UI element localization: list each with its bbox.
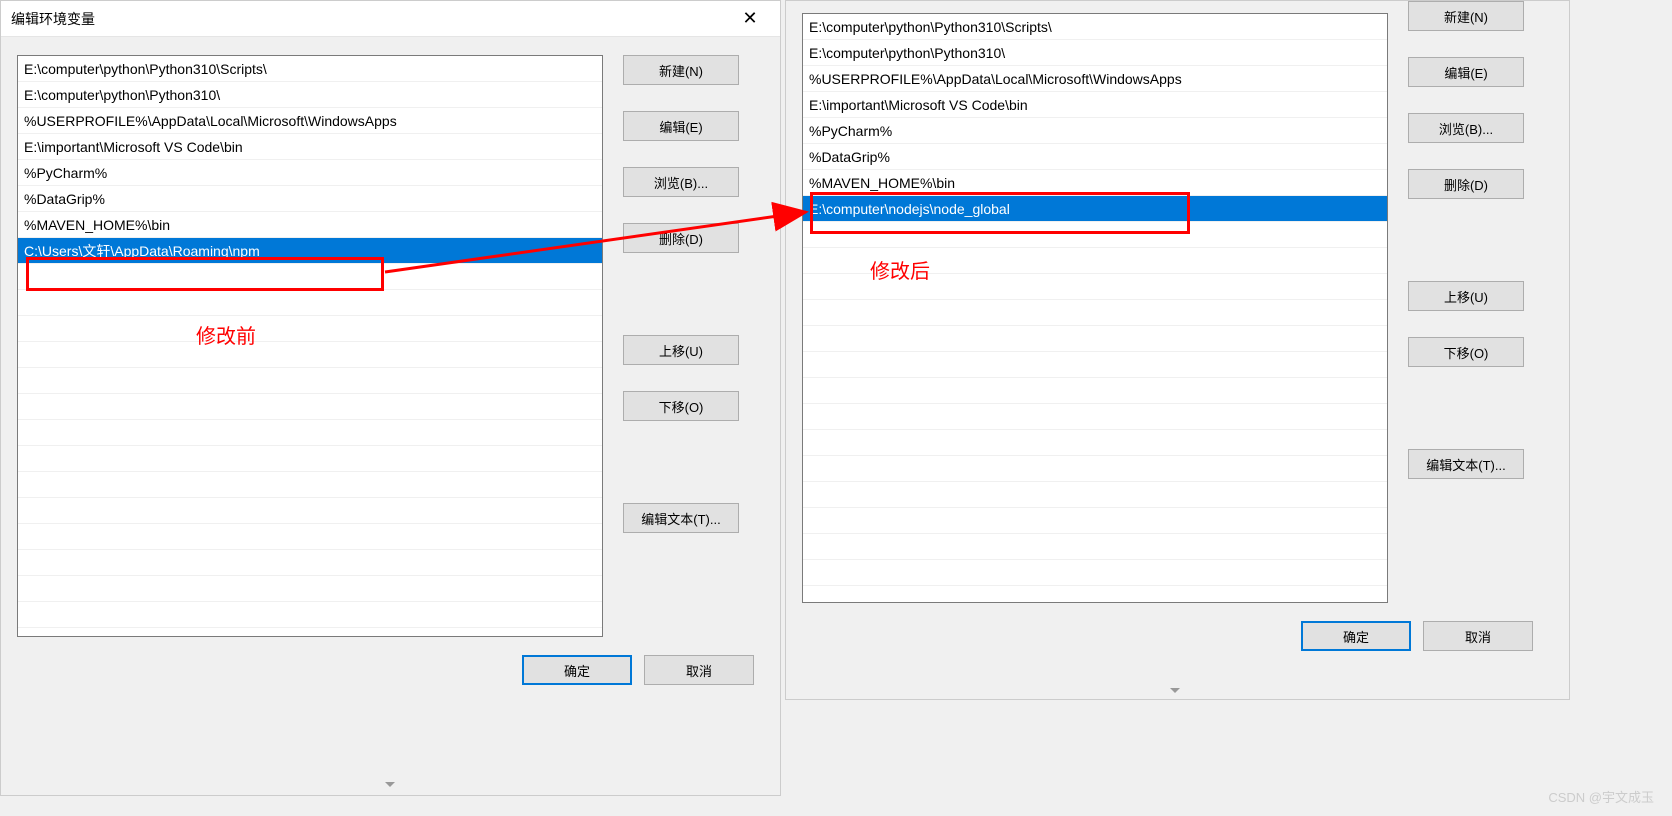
resize-gripper-icon <box>1165 688 1185 700</box>
new-button[interactable]: 新建(N) <box>623 55 739 85</box>
list-item[interactable]: %PyCharm% <box>18 160 602 186</box>
new-button[interactable]: 新建(N) <box>1408 1 1524 31</box>
browse-button[interactable]: 浏览(B)... <box>1408 113 1524 143</box>
dialog-title: 编辑环境变量 <box>11 9 95 29</box>
list-item[interactable]: %MAVEN_HOME%\bin <box>803 170 1387 196</box>
list-item[interactable] <box>18 446 602 472</box>
resize-gripper-icon <box>380 782 400 794</box>
list-item[interactable] <box>18 472 602 498</box>
move-up-button[interactable]: 上移(U) <box>623 335 739 365</box>
list-item[interactable] <box>18 342 602 368</box>
list-item[interactable] <box>18 420 602 446</box>
list-item[interactable] <box>803 430 1387 456</box>
list-item[interactable]: %DataGrip% <box>18 186 602 212</box>
list-item[interactable] <box>803 300 1387 326</box>
cancel-button[interactable]: 取消 <box>1423 621 1533 651</box>
list-item[interactable]: E:\computer\python\Python310\ <box>803 40 1387 66</box>
browse-button[interactable]: 浏览(B)... <box>623 167 739 197</box>
list-item[interactable]: E:\computer\python\Python310\Scripts\ <box>18 56 602 82</box>
path-listbox[interactable]: E:\computer\python\Python310\Scripts\E:\… <box>802 13 1388 603</box>
list-item[interactable]: C:\Users\文轩\AppData\Roaming\npm <box>18 238 602 264</box>
list-item[interactable] <box>18 316 602 342</box>
list-item[interactable] <box>803 482 1387 508</box>
list-item[interactable] <box>18 264 602 290</box>
edit-button[interactable]: 编辑(E) <box>1408 57 1524 87</box>
list-item[interactable]: E:\important\Microsoft VS Code\bin <box>803 92 1387 118</box>
list-item[interactable]: %MAVEN_HOME%\bin <box>18 212 602 238</box>
buttons-column: 新建(N) 编辑(E) 浏览(B)... 删除(D) 上移(U) 下移(O) 编… <box>623 55 739 637</box>
list-item[interactable] <box>18 576 602 602</box>
list-item[interactable] <box>18 498 602 524</box>
move-up-button[interactable]: 上移(U) <box>1408 281 1524 311</box>
list-item[interactable]: E:\important\Microsoft VS Code\bin <box>18 134 602 160</box>
path-listbox[interactable]: E:\computer\python\Python310\Scripts\E:\… <box>17 55 603 637</box>
list-item[interactable] <box>18 550 602 576</box>
list-item[interactable]: E:\computer\nodejs\node_global <box>803 196 1387 222</box>
ok-button[interactable]: 确定 <box>1301 621 1411 651</box>
annotation-label-before: 修改前 <box>196 320 256 349</box>
move-down-button[interactable]: 下移(O) <box>1408 337 1524 367</box>
list-item[interactable] <box>803 404 1387 430</box>
env-var-dialog-right: E:\computer\python\Python310\Scripts\E:\… <box>785 0 1570 700</box>
list-item[interactable] <box>803 508 1387 534</box>
close-icon[interactable]: ✕ <box>730 1 770 37</box>
edit-button[interactable]: 编辑(E) <box>623 111 739 141</box>
list-item[interactable]: %PyCharm% <box>803 118 1387 144</box>
list-item[interactable]: %USERPROFILE%\AppData\Local\Microsoft\Wi… <box>18 108 602 134</box>
list-item[interactable]: E:\computer\python\Python310\Scripts\ <box>803 14 1387 40</box>
list-item[interactable] <box>18 602 602 628</box>
dialog-body: E:\computer\python\Python310\Scripts\E:\… <box>1 37 780 655</box>
list-item[interactable] <box>803 352 1387 378</box>
list-item[interactable]: %USERPROFILE%\AppData\Local\Microsoft\Wi… <box>803 66 1387 92</box>
ok-button[interactable]: 确定 <box>522 655 632 685</box>
watermark-text: CSDN @宇文成玉 <box>1548 787 1654 806</box>
list-item[interactable]: E:\computer\python\Python310\ <box>18 82 602 108</box>
list-item[interactable] <box>803 326 1387 352</box>
buttons-column: 新建(N) 编辑(E) 浏览(B)... 删除(D) 上移(U) 下移(O) 编… <box>1408 1 1524 603</box>
list-item[interactable] <box>803 222 1387 248</box>
edit-text-button[interactable]: 编辑文本(T)... <box>1408 449 1524 479</box>
cancel-button[interactable]: 取消 <box>644 655 754 685</box>
list-item[interactable] <box>18 290 602 316</box>
delete-button[interactable]: 删除(D) <box>623 223 739 253</box>
delete-button[interactable]: 删除(D) <box>1408 169 1524 199</box>
dialog-body: E:\computer\python\Python310\Scripts\E:\… <box>786 1 1569 621</box>
annotation-label-after: 修改后 <box>870 255 930 284</box>
move-down-button[interactable]: 下移(O) <box>623 391 739 421</box>
edit-text-button[interactable]: 编辑文本(T)... <box>623 503 739 533</box>
list-item[interactable] <box>18 524 602 550</box>
dialog-footer: 确定 取消 <box>1 655 780 731</box>
list-item[interactable] <box>803 456 1387 482</box>
list-item[interactable] <box>803 378 1387 404</box>
titlebar: 编辑环境变量 ✕ <box>1 1 780 37</box>
list-item[interactable] <box>18 394 602 420</box>
list-item[interactable] <box>803 560 1387 586</box>
list-item[interactable] <box>18 368 602 394</box>
env-var-dialog-left: 编辑环境变量 ✕ E:\computer\python\Python310\Sc… <box>0 0 781 796</box>
dialog-footer: 确定 取消 <box>786 621 1569 697</box>
list-item[interactable]: %DataGrip% <box>803 144 1387 170</box>
list-item[interactable] <box>803 534 1387 560</box>
